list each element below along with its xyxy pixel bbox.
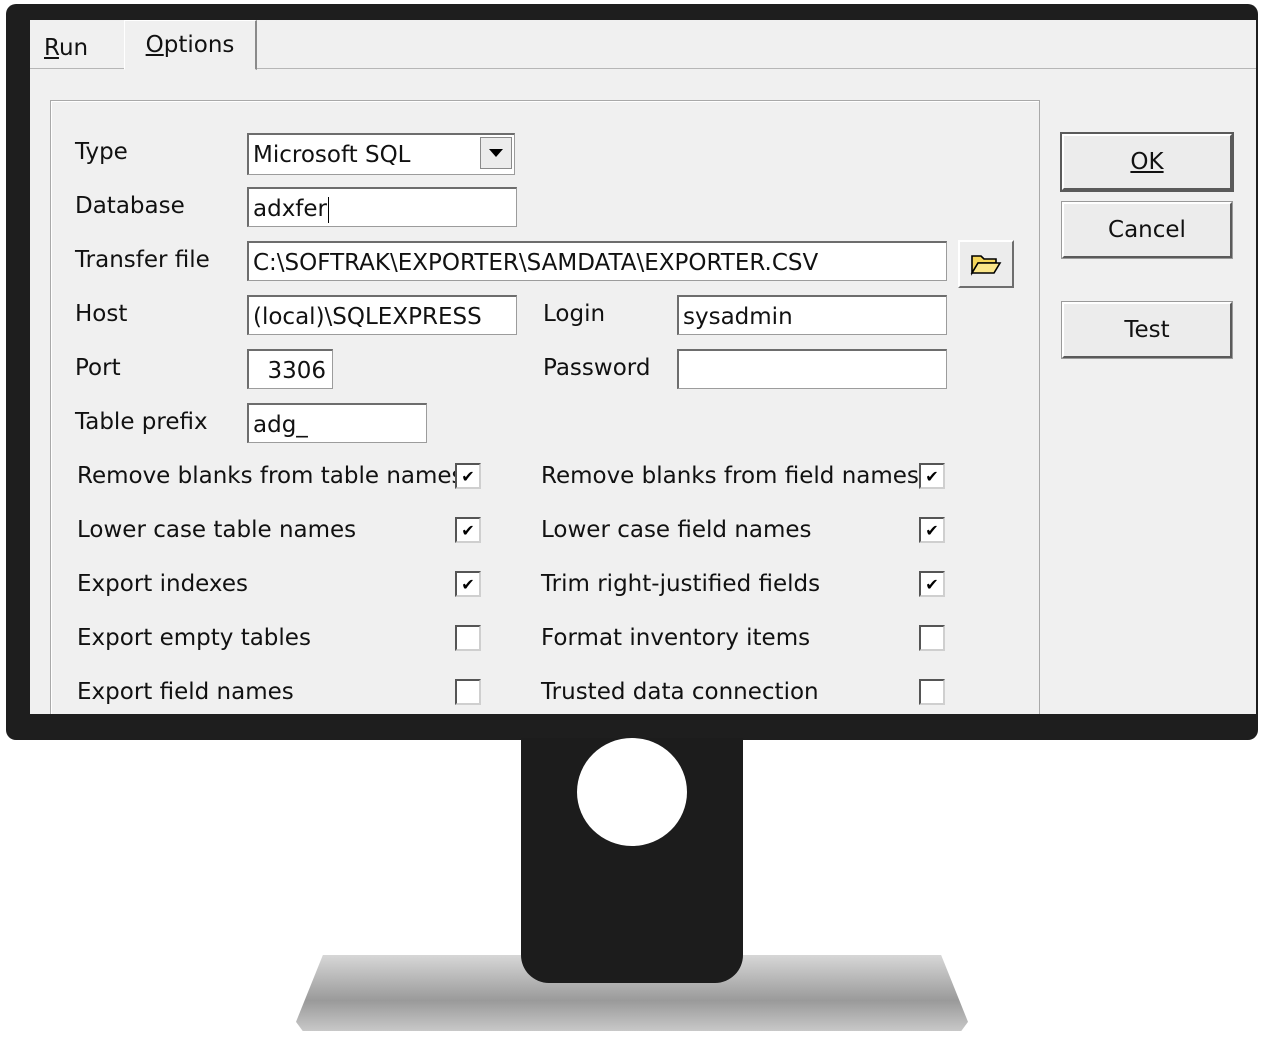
lower-case-table-checkbox[interactable]: ✔ bbox=[455, 517, 481, 543]
test-button[interactable]: Test bbox=[1061, 301, 1233, 359]
cancel-button[interactable]: Cancel bbox=[1061, 201, 1233, 259]
transfer-file-input[interactable]: C:\SOFTRAK\EXPORTER\SAMDATA\EXPORTER.CSV bbox=[247, 241, 947, 281]
text-caret bbox=[328, 196, 330, 223]
option-label: Format inventory items bbox=[541, 625, 811, 651]
option-label: Trim right-justified fields bbox=[541, 571, 821, 597]
table-prefix-input[interactable]: adg_ bbox=[247, 403, 427, 443]
type-value: Microsoft SQL bbox=[253, 142, 411, 168]
checkmark-icon: ✔ bbox=[925, 520, 939, 540]
option-label: Lower case field names bbox=[541, 517, 812, 543]
folder-open-icon bbox=[970, 255, 1002, 276]
option-label: Lower case table names bbox=[77, 517, 357, 543]
checkmark-icon: ✔ bbox=[461, 520, 475, 540]
export-field-names-checkbox[interactable] bbox=[455, 679, 481, 705]
password-input[interactable] bbox=[677, 349, 947, 389]
browse-button[interactable] bbox=[958, 240, 1014, 288]
login-input[interactable]: sysadmin bbox=[677, 295, 947, 335]
option-label: Export empty tables bbox=[77, 625, 311, 651]
monitor-bezel: Run Options Type Microsoft SQL Database … bbox=[6, 4, 1258, 740]
remove-blanks-table-checkbox[interactable]: ✔ bbox=[455, 463, 481, 489]
port-input[interactable]: 3306 bbox=[247, 349, 333, 389]
host-label: Host bbox=[75, 301, 128, 327]
transfer-file-label: Transfer file bbox=[75, 247, 210, 273]
tab-bar: Run Options bbox=[30, 20, 1256, 70]
monitor-stand-joint bbox=[521, 955, 743, 983]
tab-options[interactable]: Options bbox=[124, 20, 257, 70]
export-empty-tables-checkbox[interactable] bbox=[455, 625, 481, 651]
checkmark-icon: ✔ bbox=[461, 574, 475, 594]
option-label: Export field names bbox=[77, 679, 294, 705]
tab-run[interactable]: Run bbox=[34, 26, 98, 70]
checkmark-icon: ✔ bbox=[461, 466, 475, 486]
format-inventory-checkbox[interactable] bbox=[919, 625, 945, 651]
trusted-connection-checkbox[interactable] bbox=[919, 679, 945, 705]
options-group: Type Microsoft SQL Database adxfer Trans… bbox=[50, 100, 1040, 714]
export-indexes-checkbox[interactable]: ✔ bbox=[455, 571, 481, 597]
database-label: Database bbox=[75, 193, 185, 219]
option-label: Remove blanks from field names bbox=[541, 463, 919, 489]
test-label: Test bbox=[1124, 317, 1170, 343]
option-label: Trusted data connection bbox=[541, 679, 819, 705]
screen: Run Options Type Microsoft SQL Database … bbox=[30, 20, 1256, 714]
chevron-down-icon[interactable] bbox=[480, 137, 512, 169]
option-label: Export indexes bbox=[77, 571, 248, 597]
checkmark-icon: ✔ bbox=[925, 466, 939, 486]
type-label: Type bbox=[75, 139, 128, 165]
stand-cable-hole bbox=[577, 738, 687, 846]
login-label: Login bbox=[543, 301, 606, 327]
cancel-label: Cancel bbox=[1108, 217, 1186, 243]
ok-label: OK bbox=[1130, 149, 1164, 175]
database-input[interactable]: adxfer bbox=[247, 187, 517, 227]
port-label: Port bbox=[75, 355, 121, 381]
checkmark-icon: ✔ bbox=[925, 574, 939, 594]
type-select[interactable]: Microsoft SQL bbox=[247, 133, 515, 175]
option-label: Remove blanks from table names bbox=[77, 463, 464, 489]
password-label: Password bbox=[543, 355, 651, 381]
host-input[interactable]: (local)\SQLEXPRESS bbox=[247, 295, 517, 335]
remove-blanks-field-checkbox[interactable]: ✔ bbox=[919, 463, 945, 489]
database-value: adxfer bbox=[253, 196, 328, 222]
lower-case-field-checkbox[interactable]: ✔ bbox=[919, 517, 945, 543]
trim-right-justified-checkbox[interactable]: ✔ bbox=[919, 571, 945, 597]
ok-button[interactable]: OK bbox=[1060, 132, 1234, 192]
table-prefix-label: Table prefix bbox=[75, 409, 208, 435]
